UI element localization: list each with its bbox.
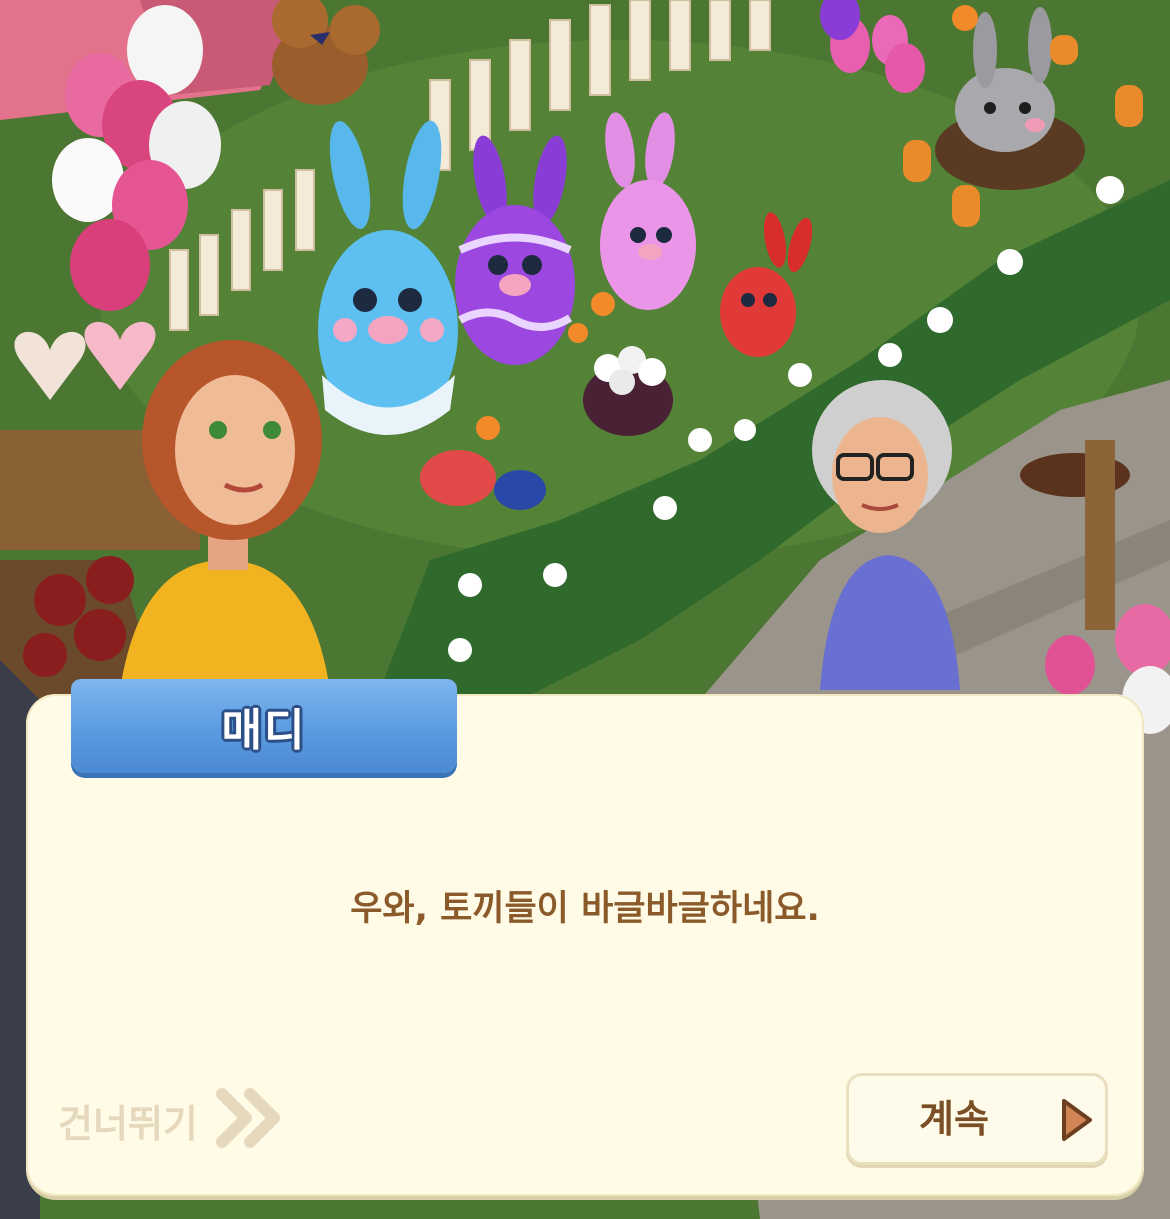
speaker-name-tag: 매디 [71,679,457,773]
continue-button[interactable]: 계속 [846,1073,1108,1165]
wooden-post [1085,440,1115,630]
speaker-name: 매디 [221,705,307,756]
skip-button[interactable]: 건너뛰기 [58,1088,282,1152]
play-triangle-icon [1059,1096,1095,1148]
skip-label: 건너뛰기 [58,1101,198,1146]
continue-label: 계속 [919,1097,989,1141]
double-chevron-right-icon [215,1088,282,1152]
dialog-message: 우와, 토끼들이 바글바글하네요. [350,889,820,929]
